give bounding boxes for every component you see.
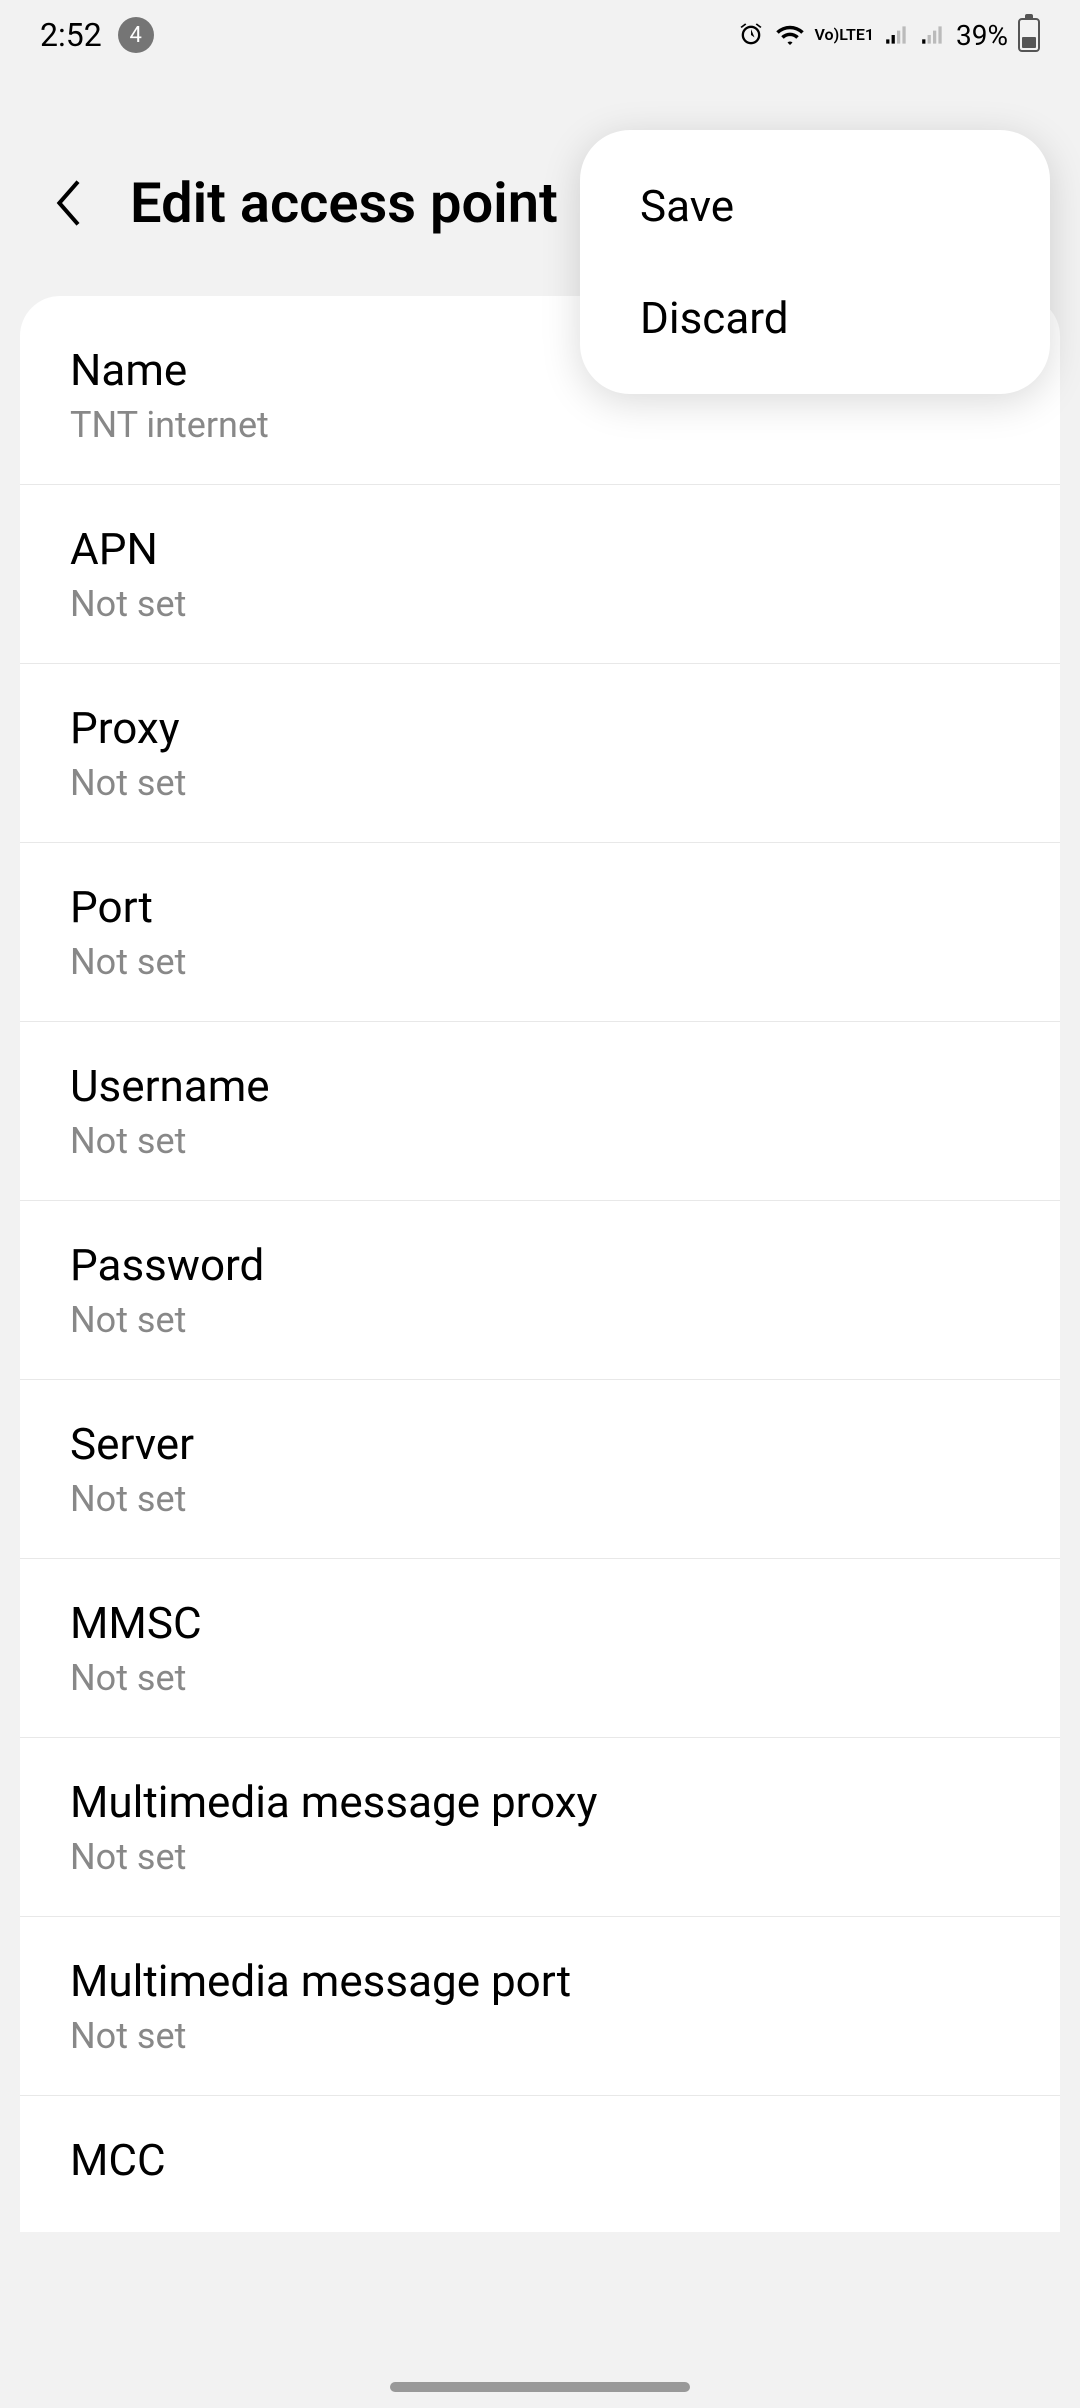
setting-value: Not set	[70, 1478, 1010, 1520]
battery-icon	[1018, 18, 1040, 52]
setting-value: Not set	[70, 1299, 1010, 1341]
setting-label: APN	[70, 523, 1010, 575]
setting-row-username[interactable]: Username Not set	[20, 1022, 1060, 1201]
setting-row-port[interactable]: Port Not set	[20, 843, 1060, 1022]
setting-value: Not set	[70, 2015, 1010, 2057]
status-bar: 2:52 4 Vo)LTE1 39%	[0, 0, 1080, 70]
setting-row-mms-port[interactable]: Multimedia message port Not set	[20, 1917, 1060, 2096]
notification-count-badge: 4	[118, 17, 154, 53]
setting-value: Not set	[70, 1657, 1010, 1699]
signal-icon-2	[920, 22, 946, 48]
setting-label: Multimedia message proxy	[70, 1776, 1010, 1828]
settings-list: Name TNT internet APN Not set Proxy Not …	[20, 296, 1060, 2232]
back-icon[interactable]	[50, 183, 90, 223]
nav-handle[interactable]	[390, 2382, 690, 2392]
setting-value: Not set	[70, 941, 1010, 983]
setting-label: Username	[70, 1060, 1010, 1112]
alarm-icon	[737, 21, 765, 49]
setting-label: MMSC	[70, 1597, 1010, 1649]
volte-icon: Vo)LTE1	[815, 27, 875, 43]
setting-label: MCC	[70, 2134, 1010, 2186]
setting-label: Multimedia message port	[70, 1955, 1010, 2007]
setting-value: Not set	[70, 762, 1010, 804]
setting-value: Not set	[70, 583, 1010, 625]
setting-row-password[interactable]: Password Not set	[20, 1201, 1060, 1380]
setting-label: Proxy	[70, 702, 1010, 754]
discard-menu-item[interactable]: Discard	[580, 262, 1050, 374]
setting-row-mcc[interactable]: MCC	[20, 2096, 1060, 2232]
status-time: 2:52	[40, 16, 102, 54]
status-left: 2:52 4	[40, 16, 154, 54]
overflow-menu: Save Discard	[580, 130, 1050, 394]
setting-row-apn[interactable]: APN Not set	[20, 485, 1060, 664]
setting-label: Port	[70, 881, 1010, 933]
save-menu-item[interactable]: Save	[580, 150, 1050, 262]
setting-value: TNT internet	[70, 404, 1010, 446]
signal-icon-1	[884, 22, 910, 48]
status-right: Vo)LTE1 39%	[737, 18, 1040, 52]
setting-row-proxy[interactable]: Proxy Not set	[20, 664, 1060, 843]
setting-row-mmsc[interactable]: MMSC Not set	[20, 1559, 1060, 1738]
setting-label: Server	[70, 1418, 1010, 1470]
setting-value: Not set	[70, 1120, 1010, 1162]
setting-label: Password	[70, 1239, 1010, 1291]
setting-row-server[interactable]: Server Not set	[20, 1380, 1060, 1559]
page-title: Edit access point	[130, 170, 558, 236]
battery-percent: 39%	[956, 19, 1008, 52]
setting-value: Not set	[70, 1836, 1010, 1878]
setting-row-mms-proxy[interactable]: Multimedia message proxy Not set	[20, 1738, 1060, 1917]
wifi-icon	[775, 20, 805, 50]
